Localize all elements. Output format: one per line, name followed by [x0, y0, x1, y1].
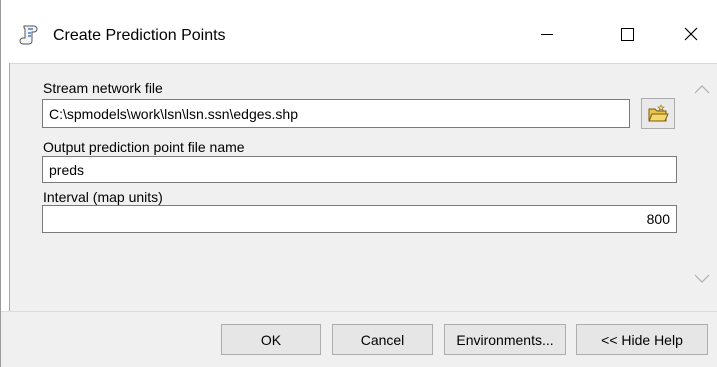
hide-help-button[interactable]: << Hide Help [576, 324, 708, 355]
close-icon [684, 27, 698, 41]
chevron-down-icon [694, 274, 710, 283]
chevron-up-icon [694, 85, 710, 94]
scroll-up-button[interactable] [691, 78, 713, 100]
maximize-button[interactable] [604, 14, 650, 54]
window-title: Create Prediction Points [53, 27, 226, 44]
close-button[interactable] [668, 14, 714, 54]
output-file-input[interactable] [42, 156, 677, 183]
cancel-button[interactable]: Cancel [332, 324, 433, 355]
dialog-window: Create Prediction Points Stream network … [0, 0, 717, 367]
open-folder-icon [648, 103, 669, 121]
minimize-icon [541, 33, 553, 35]
environments-button[interactable]: Environments... [444, 324, 566, 355]
interval-label: Interval (map units) [43, 189, 163, 205]
minimize-button[interactable] [524, 14, 570, 54]
maximize-icon [620, 27, 634, 41]
ok-button[interactable]: OK [221, 324, 321, 355]
stream-network-label: Stream network file [43, 80, 163, 96]
interval-input[interactable] [42, 205, 677, 233]
toolbox-script-icon [19, 23, 41, 45]
scroll-down-button[interactable] [691, 268, 713, 290]
browse-button[interactable] [641, 98, 675, 129]
stream-network-input[interactable] [42, 99, 630, 128]
panel-left-edge [9, 63, 10, 311]
title-bar: Create Prediction Points [1, 0, 717, 62]
output-file-label: Output prediction point file name [43, 139, 245, 155]
